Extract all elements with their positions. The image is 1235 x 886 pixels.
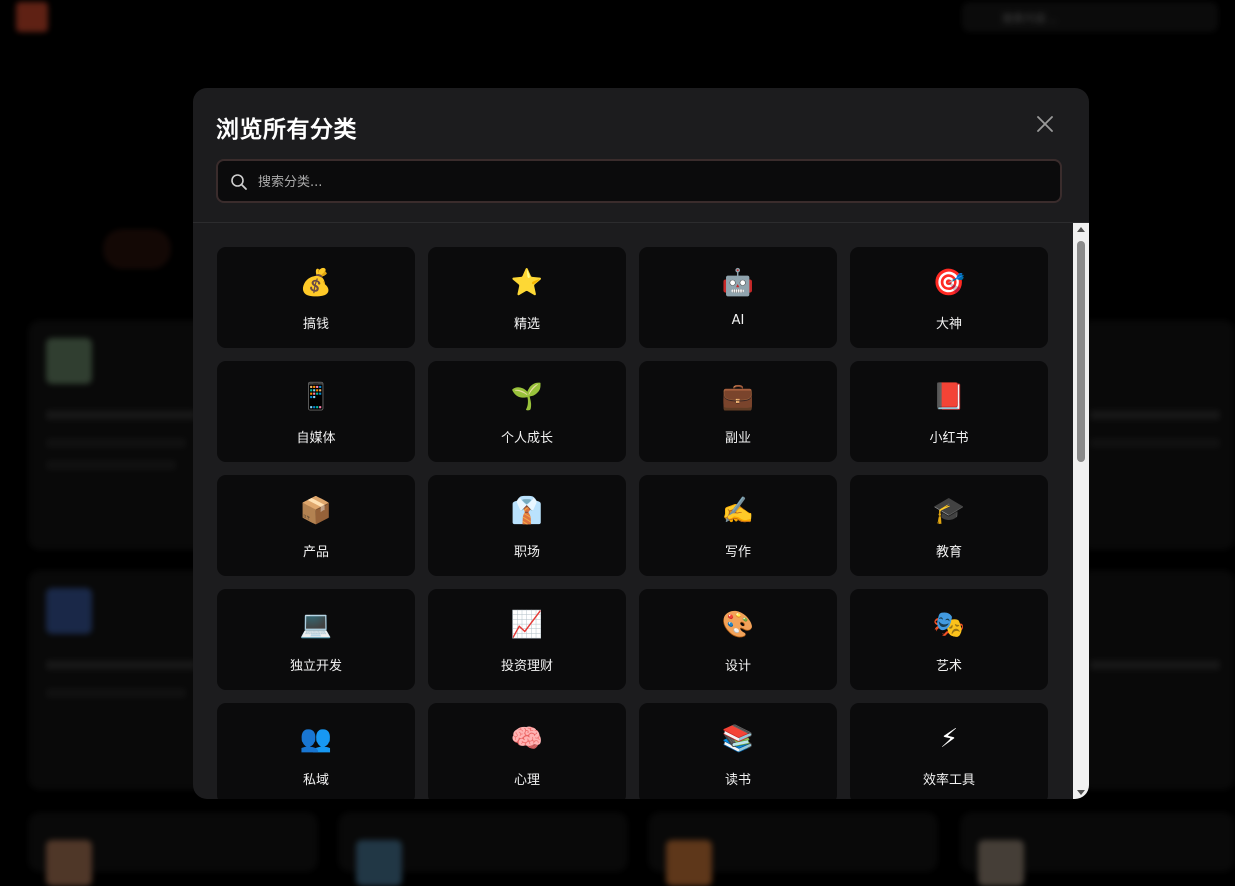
category-tile[interactable]: 📱 自媒体 xyxy=(217,361,415,462)
search-icon xyxy=(231,174,247,190)
category-icon: ⭐ xyxy=(510,268,544,298)
category-icon: 💼 xyxy=(721,382,755,412)
category-label: 私域 xyxy=(302,773,329,788)
category-icon: 🎯 xyxy=(932,268,966,298)
avatar xyxy=(46,588,92,634)
category-label: 精选 xyxy=(513,317,540,332)
content-card xyxy=(28,570,208,790)
active-tab xyxy=(104,230,170,268)
category-tile[interactable]: 🌱 个人成长 xyxy=(428,361,626,462)
modal-title: 浏览所有分类 xyxy=(216,117,357,143)
content-card xyxy=(338,812,628,886)
category-icon: 💰 xyxy=(299,268,333,298)
category-search-box xyxy=(216,159,1062,203)
category-icon: 📕 xyxy=(932,382,966,412)
content-card xyxy=(28,812,318,886)
category-label: 自媒体 xyxy=(296,431,336,446)
category-tile[interactable]: 📚 读书 xyxy=(639,703,837,799)
category-label: 产品 xyxy=(302,545,329,560)
category-label: 副业 xyxy=(724,431,751,446)
content-card xyxy=(28,320,208,550)
category-label: 大神 xyxy=(935,317,962,332)
avatar xyxy=(46,840,92,886)
content-card xyxy=(1080,320,1235,550)
category-icon: 🤖 xyxy=(721,268,755,298)
category-grid: 💰 搞钱 ⭐ 精选 🤖 AI 🎯 大神 📱 自媒体 🌱 个人成长 💼 副业 📕 小红书 📦 产品 👔 职场 ✍️ 写作 🎓 教… xyxy=(193,223,1073,799)
close-icon xyxy=(1037,116,1053,132)
category-tile[interactable]: 🧠 心理 xyxy=(428,703,626,799)
category-label: 教育 xyxy=(935,545,962,560)
category-icon: 📦 xyxy=(299,496,333,526)
avatar xyxy=(46,338,92,384)
category-label: 小红书 xyxy=(929,431,969,446)
scroll-down-arrow-icon[interactable] xyxy=(1077,790,1085,795)
category-icon: 🌱 xyxy=(510,382,544,412)
avatar xyxy=(978,840,1024,886)
category-label: 艺术 xyxy=(935,659,962,674)
category-tile[interactable]: 🎯 大神 xyxy=(850,247,1048,348)
category-tile[interactable]: 🎭 艺术 xyxy=(850,589,1048,690)
category-search-input[interactable] xyxy=(256,161,1040,203)
category-label: 写作 xyxy=(724,545,751,560)
avatar xyxy=(356,840,402,886)
category-icon: 💻 xyxy=(299,610,333,640)
category-label: 读书 xyxy=(724,773,751,788)
category-label: 职场 xyxy=(513,545,540,560)
category-tile[interactable]: 📕 小红书 xyxy=(850,361,1048,462)
category-label: 投资理财 xyxy=(500,659,553,674)
category-icon: 🎓 xyxy=(932,496,966,526)
category-tile[interactable]: 🎨 设计 xyxy=(639,589,837,690)
content-card xyxy=(648,812,938,886)
category-tile[interactable]: 👥 私域 xyxy=(217,703,415,799)
category-icon: ⚡ xyxy=(939,724,959,754)
category-label: 独立开发 xyxy=(289,659,342,674)
site-logo xyxy=(16,2,48,32)
category-label: 设计 xyxy=(724,659,751,674)
content-card xyxy=(960,812,1235,886)
category-tile[interactable]: 👔 职场 xyxy=(428,475,626,576)
category-icon: 👥 xyxy=(299,724,333,754)
scroll-up-arrow-icon[interactable] xyxy=(1077,227,1085,232)
category-label: 个人成长 xyxy=(500,431,553,446)
category-tile[interactable]: 📦 产品 xyxy=(217,475,415,576)
category-tile[interactable]: 💻 独立开发 xyxy=(217,589,415,690)
category-tile[interactable]: 💼 副业 xyxy=(639,361,837,462)
category-tile[interactable]: ⭐ 精选 xyxy=(428,247,626,348)
close-button[interactable] xyxy=(1031,110,1059,138)
category-tile[interactable]: 🤖 AI xyxy=(639,247,837,348)
category-icon: 🎨 xyxy=(721,610,755,640)
avatar xyxy=(666,840,712,886)
scroll-thumb[interactable] xyxy=(1077,241,1085,462)
category-label: AI xyxy=(731,313,745,328)
top-bar: 搜索内容... xyxy=(0,0,1235,34)
site-search: 搜索内容... xyxy=(962,2,1218,32)
category-tile[interactable]: 📈 投资理财 xyxy=(428,589,626,690)
category-label: 心理 xyxy=(513,773,540,788)
category-tile[interactable]: 🎓 教育 xyxy=(850,475,1048,576)
category-icon: 📈 xyxy=(510,610,544,640)
category-tile[interactable]: ✍️ 写作 xyxy=(639,475,837,576)
category-browser-modal: 浏览所有分类 💰 搞钱 ⭐ 精选 🤖 AI 🎯 大神 📱 自媒体 🌱 个人成长 💼 副业 📕 小红书 📦 产品 👔 职… xyxy=(193,88,1089,799)
site-search-placeholder: 搜索内容... xyxy=(1002,12,1057,25)
category-label: 搞钱 xyxy=(302,317,329,332)
category-label: 效率工具 xyxy=(922,773,975,788)
content-card xyxy=(1080,570,1235,790)
category-icon: 📱 xyxy=(299,382,333,412)
category-icon: 🧠 xyxy=(510,724,544,754)
category-tile[interactable]: ⚡ 效率工具 xyxy=(850,703,1048,799)
category-icon: 📚 xyxy=(721,724,755,754)
scrollbar[interactable] xyxy=(1073,223,1089,799)
category-icon: ✍️ xyxy=(721,496,755,526)
category-tile[interactable]: 💰 搞钱 xyxy=(217,247,415,348)
category-icon: 👔 xyxy=(510,496,544,526)
category-icon: 🎭 xyxy=(932,610,966,640)
